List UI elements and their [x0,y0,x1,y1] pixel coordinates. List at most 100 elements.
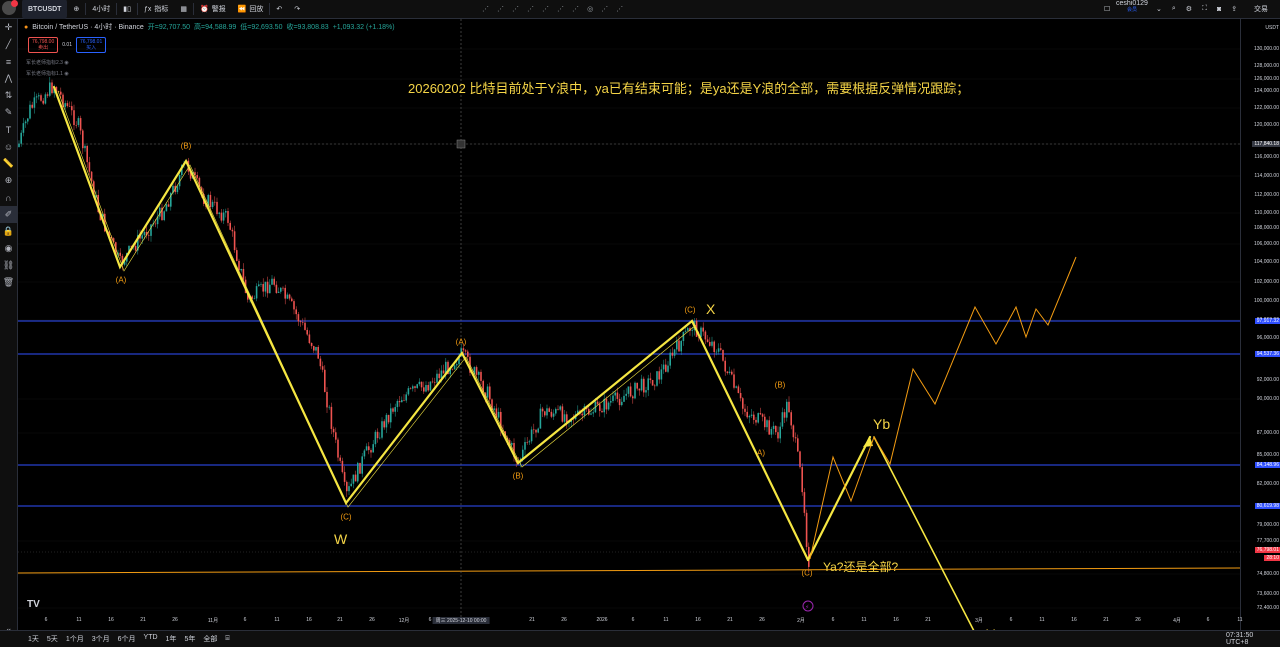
range-button[interactable]: 5天 [43,634,62,644]
wave-label-c[interactable]: (C) [684,306,695,315]
wave-label-yb[interactable]: Yb [873,416,890,432]
symbol-title[interactable]: Bitcoin / TetherUS · 4小时 · Binance [32,22,144,32]
candle-body [799,451,801,468]
price-axis[interactable]: USDT 130,000.00 128,000.00 126,000.00 124,0… [1240,19,1280,630]
trash-icon[interactable]: 🗑 [0,274,17,291]
indicator-row[interactable]: 军长老师指标2.3 ◉ [26,59,69,66]
range-button[interactable]: YTD [140,634,162,644]
add-symbol-button[interactable]: ⊕ [67,0,85,18]
range-button[interactable]: 全部 [199,634,221,644]
trend-line-orange[interactable] [18,567,1240,574]
candle-body [524,442,526,450]
trend-line-icon[interactable]: ╱ [0,36,17,53]
wave-label-a[interactable]: (A) [116,276,127,285]
clock-display[interactable]: 07:31:50 UTC+8 [1222,632,1280,646]
target-icon[interactable]: ◎ [587,5,593,13]
candle-body [786,401,788,418]
range-button[interactable]: 5年 [180,634,199,644]
wave-label-b[interactable]: (B) [181,142,192,151]
eye-icon[interactable]: ◉ [0,240,17,257]
user-menu[interactable]: ceshi0129 会员 [1110,0,1154,18]
pattern-icon[interactable]: ⋰ [482,5,489,13]
wave-arrow-yc [873,436,975,630]
pattern-icon[interactable]: ⋰ [572,5,579,13]
interval-select[interactable]: 4小时 [86,0,116,18]
analysis-annotation[interactable]: 20260202 比特目前处于Y浪中，ya已有结束可能；是ya还是Y浪的全部，需… [408,78,969,97]
indicator-row[interactable]: 军长老师指标1.1 ◉ [26,70,69,77]
thin-parallel-lines [57,90,697,508]
range-button[interactable]: 3个月 [88,634,114,644]
price-chart[interactable]: ⚡ TV [18,19,1240,630]
buy-button[interactable]: 76,798.01 买入 [75,37,107,53]
candle-body [654,385,656,387]
candle-body [451,368,454,370]
wave-label-b[interactable]: (B) [513,472,524,481]
user-sub: 会员 [1126,7,1137,13]
drawing-templates[interactable]: ⋰ ⋰ ⋰ ⋰ ⋰ ⋰ ⋰ ◎ ⋰ ⋰ [476,0,629,18]
chart-type-button[interactable]: ▮▯ [117,0,137,18]
calendar-icon[interactable]: ⌸ [221,635,233,643]
eye-icon[interactable]: ◉ [64,71,68,77]
currency-label[interactable]: USDT [1265,25,1279,31]
layout-button[interactable]: ▦ [174,0,193,18]
wave-label-a[interactable]: (A) [456,338,467,347]
ruler-icon[interactable]: 📏 [0,155,17,172]
chevron-down-icon[interactable]: ⌄ [1156,5,1162,13]
candle-body [49,82,51,96]
range-button[interactable]: 1天 [24,634,43,644]
link-icon[interactable]: ⛓ [0,257,17,274]
candle-body [669,352,671,366]
pencil-lock-icon[interactable]: ✐ [0,206,17,223]
text-icon[interactable]: T [0,121,17,138]
price-tick-label: 126,000.00 [1253,76,1279,82]
candle-body [563,414,566,422]
replay-button[interactable]: ⏪ 回放 [232,0,270,18]
pattern-icon[interactable]: ⋰ [616,5,623,13]
time-axis[interactable]: 6 11 16 21 26 11月 6 11 16 21 26 12月 6 21 26 2026 6 11 16 21… [18,617,1243,627]
fib-icon[interactable]: ≡ [0,53,17,70]
lock-icon[interactable]: 🔒 [0,223,17,240]
pattern-icon[interactable]: ⋰ [512,5,519,13]
camera-icon[interactable]: ◙ [1217,6,1221,13]
publish-icon[interactable]: ⇪ [1231,5,1237,13]
trade-button[interactable]: 交易 [1248,0,1274,18]
range-button[interactable]: 6个月 [114,634,140,644]
alert-button[interactable]: ⏰ 警报 [194,0,232,18]
indicators-button[interactable]: ƒx 指标 [138,0,174,18]
settings-icon[interactable]: ⚙ [1186,5,1192,13]
candle-body [238,260,240,271]
wave-label-x[interactable]: X [706,301,715,317]
eye-icon[interactable]: ◉ [64,60,68,66]
range-button[interactable]: 1个月 [62,634,88,644]
pattern-icon[interactable]: ⋰ [542,5,549,13]
fullscreen-icon[interactable]: ⛶ [1202,5,1207,13]
pattern-icon[interactable]: ⋰ [527,5,534,13]
prediction-icon[interactable]: ⇅ [0,87,17,104]
search-icon[interactable]: ⌕ [1172,5,1176,13]
emoji-icon[interactable]: ☺ [0,138,17,155]
magnet-icon[interactable]: ∩ [0,189,17,206]
zoom-icon[interactable]: ⊕ [0,172,17,189]
wave-label-w[interactable]: W [334,531,347,547]
pattern-icon[interactable]: ⋀ [0,70,17,87]
crosshair-icon[interactable]: ✛ [0,19,17,36]
candle-body [486,386,489,398]
time-tick-label: 16 [893,617,899,623]
wave-label-ya[interactable]: Ya?还是全部? [823,558,898,575]
symbol-search[interactable]: BTCUSDT [22,0,68,19]
wave-label-c[interactable]: (C) [801,569,812,578]
pattern-icon[interactable]: ⋰ [601,5,608,13]
undo-button[interactable]: ↶ [270,0,288,18]
candle-body [143,231,146,236]
wave-label-c[interactable]: (C) [340,513,351,522]
sell-button[interactable]: 76,798.00 卖出 [28,37,59,53]
pattern-icon[interactable]: ⋰ [557,5,564,13]
pattern-icon[interactable]: ⋰ [497,5,504,13]
wave-label-a[interactable]: A) [757,449,765,458]
wave-label-b[interactable]: (B) [775,381,786,390]
candle-body [541,408,544,412]
redo-button[interactable]: ↷ [288,0,306,18]
range-button[interactable]: 1年 [162,634,181,644]
brush-icon[interactable]: ✎ [0,104,17,121]
candle-body [581,413,583,416]
